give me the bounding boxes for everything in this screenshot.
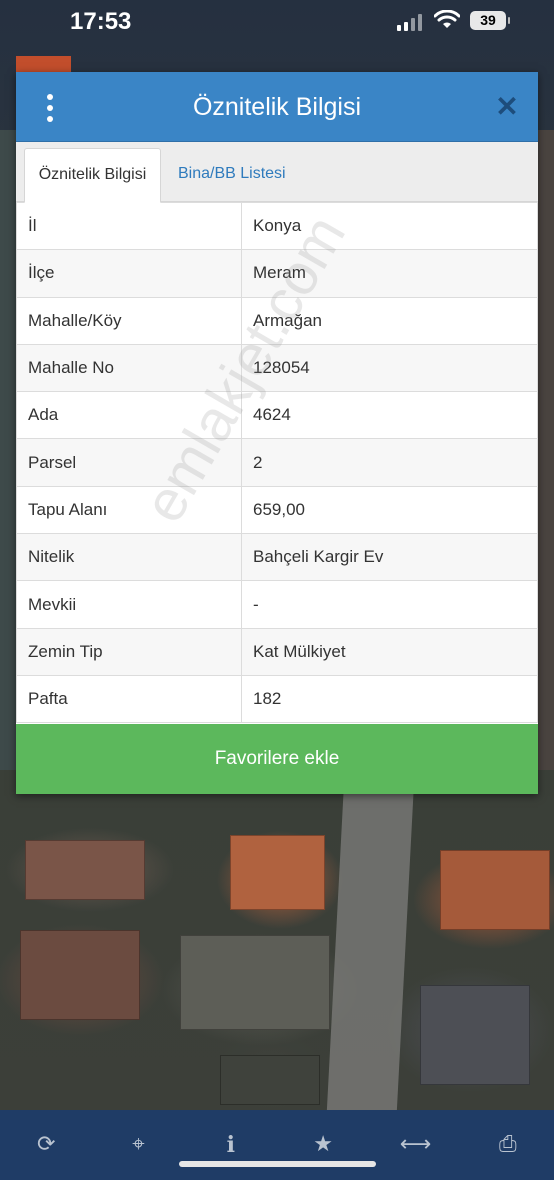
row-key: Zemin Tip bbox=[16, 627, 242, 676]
map-building bbox=[220, 1055, 320, 1105]
table-row: Nitelik Bahçeli Kargir Ev bbox=[16, 533, 538, 582]
map-building bbox=[440, 850, 550, 930]
row-key: Pafta bbox=[16, 674, 242, 724]
row-value: Bahçeli Kargir Ev bbox=[241, 533, 538, 582]
tab-bar: Öznitelik Bilgisi Bina/BB Listesi bbox=[16, 142, 538, 203]
map-building bbox=[25, 840, 145, 900]
row-value: - bbox=[241, 580, 538, 629]
star-icon[interactable]: ★ bbox=[303, 1130, 343, 1160]
tab-attribute-info[interactable]: Öznitelik Bilgisi bbox=[24, 148, 161, 203]
bottom-toolbar: ⟳ ⌖ i ★ ⟷ ⎙ bbox=[0, 1110, 554, 1180]
row-key: Nitelik bbox=[16, 533, 242, 582]
close-icon[interactable]: ✕ bbox=[494, 92, 520, 122]
table-row: Tapu Alanı 659,00 bbox=[16, 485, 538, 535]
refresh-icon[interactable]: ⟳ bbox=[26, 1130, 66, 1160]
row-value: Meram bbox=[241, 249, 538, 298]
table-row: Parsel 2 bbox=[16, 438, 538, 487]
map-building bbox=[180, 935, 330, 1030]
table-row: İl Konya bbox=[16, 201, 538, 251]
tab-building-list[interactable]: Bina/BB Listesi bbox=[166, 148, 298, 203]
map-building bbox=[20, 930, 140, 1020]
map-edge-left bbox=[0, 130, 16, 770]
crosshair-icon[interactable]: ⌖ bbox=[118, 1130, 158, 1160]
dialog-title: Öznitelik Bilgisi bbox=[192, 93, 362, 121]
map-edge-right bbox=[538, 130, 554, 770]
dialog-header: Öznitelik Bilgisi ✕ bbox=[16, 72, 538, 142]
map-building bbox=[420, 985, 530, 1085]
wifi-icon bbox=[434, 10, 460, 28]
row-key: Mahalle No bbox=[16, 343, 242, 393]
status-time: 17:53 bbox=[70, 8, 132, 35]
row-value: Konya bbox=[241, 201, 538, 251]
battery-icon: 39 bbox=[470, 11, 510, 30]
status-bar: 17:53 39 bbox=[0, 0, 554, 48]
info-icon[interactable]: i bbox=[211, 1130, 251, 1160]
measure-icon[interactable]: ⟷ bbox=[395, 1130, 435, 1160]
table-row: Zemin Tip Kat Mülkiyet bbox=[16, 627, 538, 676]
add-favorite-button[interactable]: Favorilere ekle bbox=[16, 724, 538, 794]
table-row: Pafta 182 bbox=[16, 674, 538, 724]
attribute-table: İl Konya İlçe Meram Mahalle/Köy Armağan Mah… bbox=[16, 201, 538, 724]
map-building bbox=[230, 835, 325, 910]
cellular-signal-icon bbox=[397, 13, 422, 31]
row-value: 128054 bbox=[241, 343, 538, 393]
row-key: Ada bbox=[16, 391, 242, 440]
row-value: 4624 bbox=[241, 391, 538, 440]
row-key: Mevkii bbox=[16, 580, 242, 629]
row-key: Mahalle/Köy bbox=[16, 296, 242, 345]
row-value: 2 bbox=[241, 438, 538, 487]
home-indicator[interactable] bbox=[179, 1161, 376, 1167]
print-icon[interactable]: ⎙ bbox=[488, 1130, 528, 1160]
table-row: İlçe Meram bbox=[16, 249, 538, 298]
table-row: Mahalle/Köy Armağan bbox=[16, 296, 538, 345]
attribute-dialog: Öznitelik Bilgisi ✕ Öznitelik Bilgisi Bi… bbox=[16, 72, 538, 794]
table-row: Mevkii - bbox=[16, 580, 538, 629]
row-key: İl bbox=[16, 201, 242, 251]
table-row: Ada 4624 bbox=[16, 391, 538, 440]
row-value: 182 bbox=[241, 674, 538, 724]
row-value: Kat Mülkiyet bbox=[241, 627, 538, 676]
table-row: Mahalle No 128054 bbox=[16, 343, 538, 393]
row-value: 659,00 bbox=[241, 485, 538, 535]
row-key: Parsel bbox=[16, 438, 242, 487]
row-key: Tapu Alanı bbox=[16, 485, 242, 535]
row-key: İlçe bbox=[16, 249, 242, 298]
row-value: Armağan bbox=[241, 296, 538, 345]
